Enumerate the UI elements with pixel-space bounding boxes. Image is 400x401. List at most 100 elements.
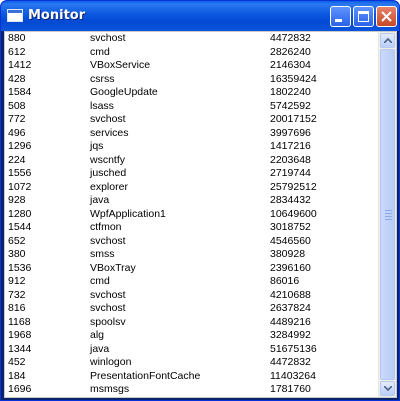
process-memory: 3284992 [270,329,311,341]
process-id: 1556 [8,167,32,179]
chevron-up-icon [384,38,392,43]
process-memory: 10649600 [270,207,317,220]
process-row[interactable]: 1412 VBoxService 2146304 [5,59,381,73]
process-name: wscntfy [90,153,126,166]
process-name: alg [90,329,105,341]
process-row[interactable]: 380 smss 380928 [5,248,381,262]
process-memory: 5742592 [270,99,311,112]
process-memory: 86016 [270,275,300,287]
process-row[interactable]: 508 lsass 5742592 [5,100,381,114]
process-id: 1584 [8,86,32,98]
process-id: 1072 [8,180,32,193]
process-name: java [90,194,110,206]
process-name: jqs [90,140,104,152]
process-row[interactable]: 1296 jqs 1417216 [5,140,381,154]
process-id: 912 [8,275,26,287]
process-name: ctfmon [90,221,122,233]
process-id: 880 [8,32,26,44]
process-name: VBoxService [90,59,151,71]
process-id: 380 [8,248,26,260]
process-id: 184 [8,369,26,382]
process-memory: 4472832 [270,32,311,44]
process-id: 1696 [8,383,32,395]
process-name: java [90,342,110,355]
process-id: 1280 [8,207,32,220]
process-memory: 2834432 [270,194,311,206]
process-memory: 4546560 [270,234,311,247]
process-row[interactable]: 1556 jusched 2719744 [5,167,381,181]
thumb-grip [385,210,392,211]
monitor-window: Monitor 880 svchost 4472832 612 cmd 2826240 14… [0,0,400,401]
process-memory: 2826240 [270,45,311,58]
process-row[interactable]: 1584 GoogleUpdate 1802240 [5,86,381,100]
process-list-area: 880 svchost 4472832 612 cmd 2826240 1412 VBoxSe… [4,31,397,398]
process-id: 732 [8,288,26,301]
process-row[interactable]: 452 winlogon 4472832 [5,356,381,370]
process-name: csrss [90,72,115,85]
process-id: 496 [8,126,26,139]
process-id: 452 [8,356,26,368]
process-name: services [90,126,129,139]
process-row[interactable]: 912 cmd 86016 [5,275,381,289]
process-row[interactable]: 1968 alg 3284992 [5,329,381,343]
window-title: Monitor [28,8,86,23]
scroll-up-button[interactable] [380,33,395,48]
maximize-icon [358,11,369,22]
vertical-scrollbar[interactable] [378,32,396,397]
process-row[interactable]: 880 svchost 4472832 [5,32,381,46]
process-row[interactable]: 496 services 3997696 [5,127,381,141]
process-id: 508 [8,99,26,112]
process-name: GoogleUpdate [90,86,158,98]
process-memory: 25792512 [270,180,317,193]
process-memory: 20017152 [270,113,317,125]
process-memory: 3018752 [270,221,311,233]
maximize-button[interactable] [353,6,374,27]
chevron-down-icon [384,386,392,391]
process-id: 928 [8,194,26,206]
process-row[interactable]: 1544 ctfmon 3018752 [5,221,381,235]
process-id: 428 [8,72,26,85]
process-row[interactable]: 772 svchost 20017152 [5,113,381,127]
process-memory: 1781760 [270,383,311,395]
process-row[interactable]: 1696 msmsgs 1781760 [5,383,381,397]
process-row[interactable]: 1536 VBoxTray 2396160 [5,262,381,276]
process-row[interactable]: 184 PresentationFontCache 11403264 [5,370,381,384]
title-bar[interactable]: Monitor [1,1,399,31]
process-id: 1412 [8,59,32,71]
process-row[interactable]: 816 svchost 2637824 [5,302,381,316]
minimize-button[interactable] [330,6,351,27]
thumb-grip [385,213,392,214]
process-memory: 3997696 [270,126,311,139]
process-row[interactable]: 1168 spoolsv 4489216 [5,316,381,330]
process-memory: 4489216 [270,315,311,328]
process-row[interactable]: 428 csrss 16359424 [5,73,381,87]
process-list[interactable]: 880 svchost 4472832 612 cmd 2826240 1412 VBoxSe… [5,32,381,397]
process-row[interactable]: 224 wscntfy 2203648 [5,154,381,168]
process-name: lsass [90,99,114,112]
process-row[interactable]: 612 cmd 2826240 [5,46,381,60]
process-name: cmd [90,45,110,58]
process-id: 1968 [8,329,32,341]
close-button[interactable] [376,6,397,27]
minimize-icon [335,19,342,22]
thumb-grip [385,219,392,220]
process-row[interactable]: 652 svchost 4546560 [5,235,381,249]
process-id: 224 [8,153,26,166]
process-row[interactable]: 1344 java 51675136 [5,343,381,357]
process-row[interactable]: 1280 WpfApplication1 10649600 [5,208,381,222]
window-icon [7,9,23,22]
process-name: jusched [90,167,127,179]
process-name: msmsgs [90,383,130,395]
process-id: 772 [8,113,26,125]
process-row[interactable]: 928 java 2834432 [5,194,381,208]
process-memory: 4210688 [270,288,311,301]
process-name: spoolsv [90,315,126,328]
scroll-down-button[interactable] [380,381,395,396]
process-id: 1296 [8,140,32,152]
process-row[interactable]: 732 svchost 4210688 [5,289,381,303]
scrollbar-thumb[interactable] [380,49,395,380]
process-row[interactable]: 1072 explorer 25792512 [5,181,381,195]
process-name: winlogon [90,356,132,368]
process-memory: 380928 [270,248,306,260]
thumb-grip [385,216,392,217]
